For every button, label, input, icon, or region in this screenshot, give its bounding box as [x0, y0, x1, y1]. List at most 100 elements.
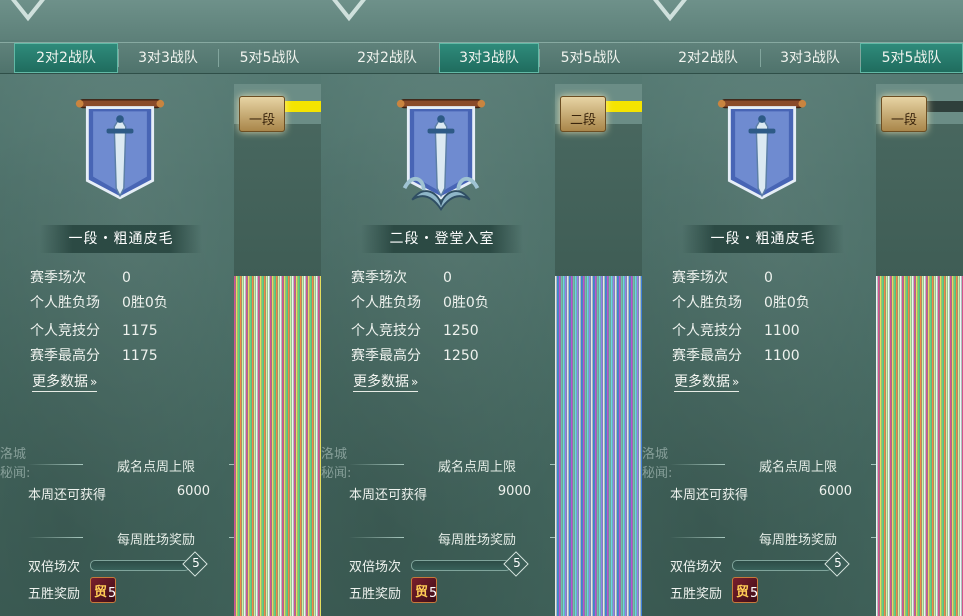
double-matches-label: 双倍场次 [670, 560, 723, 575]
stat-label: 赛季最高分 [672, 348, 742, 364]
five-win-label: 五胜奖励 [349, 587, 402, 602]
double-matches-label: 双倍场次 [349, 560, 402, 575]
weekly-remaining-value: 9000 [497, 484, 531, 499]
more-data-link[interactable]: 更多数据» [32, 373, 98, 392]
five-win-count: 5 [429, 586, 438, 601]
double-matches-progress [90, 560, 190, 571]
double-matches-label: 双倍场次 [28, 560, 81, 575]
stat-value: 0胜0负 [122, 295, 168, 311]
team-panel: 2对2战队 3对3战队 5对5战队 洛城 秘闻: 一段・粗通皮毛 赛季场次 0 个人胜… [642, 0, 963, 616]
section-title: 威名点周上限 [437, 460, 516, 475]
stat-value: 1250 [443, 348, 479, 364]
five-win-count: 5 [750, 586, 759, 601]
tab-divider [760, 49, 761, 67]
tab-divider [118, 49, 119, 67]
top-decoration [321, 0, 642, 40]
section-title: 每周胜场奖励 [116, 533, 195, 548]
tab-team-1[interactable]: 3对3战队 [118, 43, 218, 73]
stat-label: 个人竞技分 [672, 323, 742, 339]
rank-banner-icon [393, 96, 489, 216]
five-win-count: 5 [108, 586, 117, 601]
stat-value: 0 [443, 270, 452, 286]
stat-value: 0 [764, 270, 773, 286]
tier-badge-text: 一段 [890, 113, 917, 128]
background-text: 秘闻: [0, 466, 31, 481]
background-text: 洛城 [321, 447, 348, 462]
background-text: 洛城 [642, 447, 669, 462]
glitch-stripes [876, 276, 963, 616]
more-data-label: 更多数据 [353, 374, 409, 390]
five-win-row: 五胜奖励 贸 5 [670, 577, 870, 603]
emblem-icon [653, 0, 687, 22]
tab-team-2[interactable]: 5对5战队 [539, 43, 642, 73]
more-data-label: 更多数据 [674, 374, 730, 390]
double-chevron-icon: » [90, 375, 98, 389]
more-data-label: 更多数据 [32, 374, 88, 390]
double-matches-row: 双倍场次 5 [28, 551, 228, 577]
rank-title-bar: 一段・粗通皮毛 [682, 225, 844, 253]
weekly-remaining-label: 本周还可获得 [28, 488, 107, 503]
emblem-icon [332, 0, 366, 22]
stat-label: 赛季场次 [30, 270, 86, 286]
stat-value: 1250 [443, 323, 479, 339]
tab-divider [539, 49, 540, 67]
weekly-remaining-row: 本周还可获得 9000 [349, 484, 531, 503]
side-strip [234, 84, 321, 616]
tier-badge-text: 一段 [248, 113, 275, 128]
side-strip [876, 84, 963, 616]
double-matches-progress [411, 560, 511, 571]
tab-team-2[interactable]: 5对5战队 [860, 43, 963, 73]
stat-label: 个人胜负场 [30, 295, 100, 311]
double-chevron-icon: » [411, 375, 419, 389]
double-matches-count: 5 [192, 556, 200, 570]
tier-badge: 一段 [881, 96, 927, 132]
more-data-link[interactable]: 更多数据» [674, 373, 740, 392]
tab-bar: 2对2战队 3对3战队 5对5战队 [642, 42, 963, 74]
glitch-stripes [555, 276, 642, 616]
stat-value: 1175 [122, 323, 158, 339]
double-matches-progress [732, 560, 832, 571]
tier-badge-text: 二段 [569, 113, 596, 128]
tab-team-1[interactable]: 3对3战队 [439, 43, 539, 73]
glitch-stripes [234, 276, 321, 616]
rank-banner-icon [714, 96, 810, 216]
section-title: 每周胜场奖励 [758, 533, 837, 548]
side-strip [555, 84, 642, 616]
weekly-remaining-row: 本周还可获得 6000 [28, 484, 210, 503]
stat-label: 赛季场次 [672, 270, 728, 286]
stat-value: 0胜0负 [764, 295, 810, 311]
stat-label: 赛季最高分 [351, 348, 421, 364]
tier-badge: 一段 [239, 96, 285, 132]
rank-banner-icon [72, 96, 168, 216]
progress-highlight-bar [601, 101, 642, 112]
team-panel: 2对2战队 3对3战队 5对5战队 洛城 秘闻: 二段・登堂入室 赛季场次 0 个人胜… [321, 0, 642, 616]
progress-highlight-bar [280, 101, 321, 112]
tab-bar: 2对2战队 3对3战队 5对5战队 [321, 42, 642, 74]
tab-team-0[interactable]: 2对2战队 [656, 43, 760, 73]
stat-label: 赛季场次 [351, 270, 407, 286]
rank-title-bar: 一段・粗通皮毛 [40, 225, 202, 253]
rank-title: 二段・登堂入室 [389, 231, 495, 247]
tab-team-0[interactable]: 2对2战队 [335, 43, 439, 73]
stat-value: 1100 [764, 348, 800, 364]
five-win-label: 五胜奖励 [670, 587, 723, 602]
stat-value: 0 [122, 270, 131, 286]
tab-team-1[interactable]: 3对3战队 [760, 43, 860, 73]
stat-value: 1175 [122, 348, 158, 364]
weekly-remaining-value: 6000 [818, 484, 852, 499]
double-matches-count: 5 [513, 556, 521, 570]
rank-title-bar: 二段・登堂入室 [361, 225, 523, 253]
section-title: 威名点周上限 [758, 460, 837, 475]
tier-badge: 二段 [560, 96, 606, 132]
section-title: 每周胜场奖励 [437, 533, 516, 548]
weekly-remaining-label: 本周还可获得 [670, 488, 749, 503]
background-text: 洛城 [0, 447, 27, 462]
tab-team-2[interactable]: 5对5战队 [218, 43, 321, 73]
stat-value: 1100 [764, 323, 800, 339]
five-win-row: 五胜奖励 贸 5 [349, 577, 549, 603]
tab-team-0[interactable]: 2对2战队 [14, 43, 118, 73]
background-text: 秘闻: [642, 466, 673, 481]
background-text: 秘闻: [321, 466, 352, 481]
more-data-link[interactable]: 更多数据» [353, 373, 419, 392]
stat-label: 个人胜负场 [672, 295, 742, 311]
